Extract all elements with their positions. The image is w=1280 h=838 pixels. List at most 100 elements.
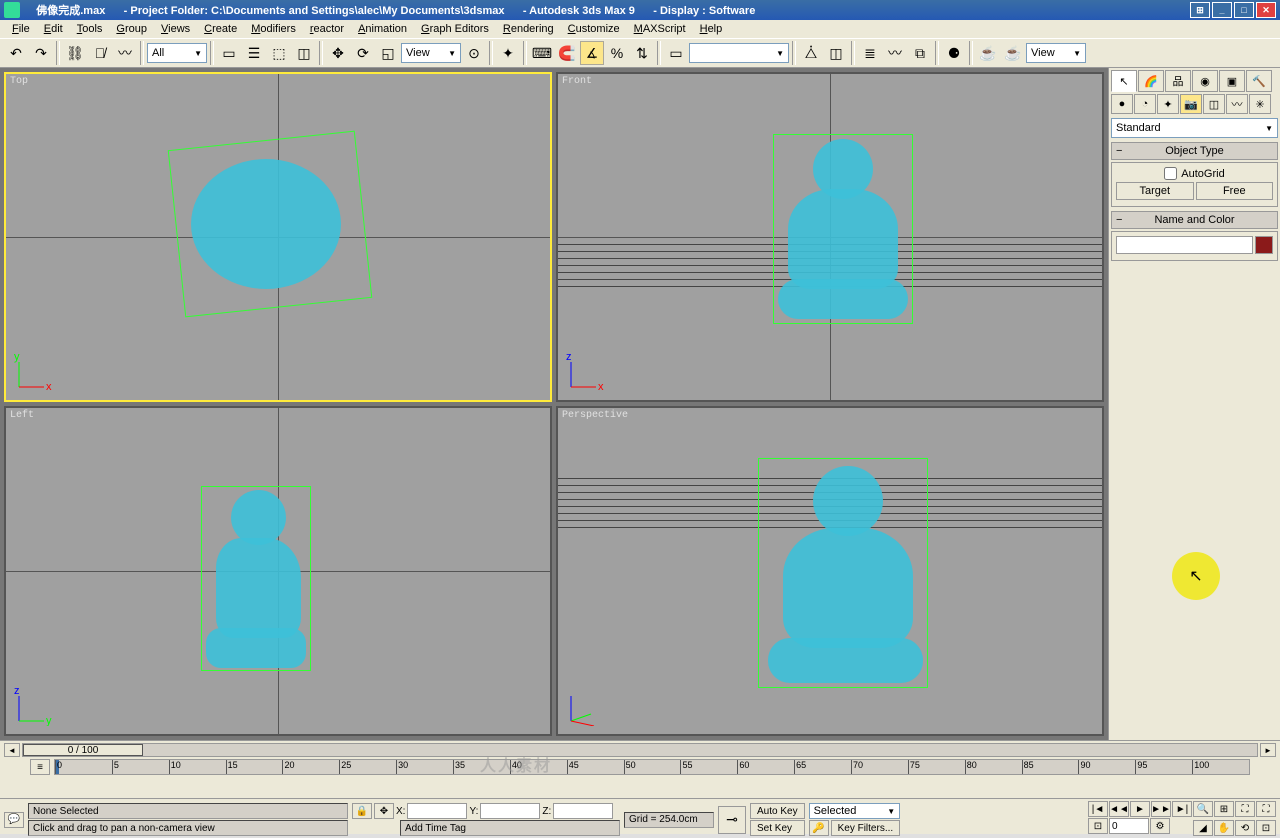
goto-start-button[interactable]: |◄ [1088, 801, 1108, 817]
key-mode-button[interactable]: ⊡ [1088, 818, 1108, 834]
menu-group[interactable]: Group [110, 22, 153, 36]
bind-space-warp-button[interactable]: 〰 [113, 41, 137, 65]
cameras-subtab[interactable]: 📷 [1180, 94, 1202, 114]
object-type-rollout[interactable]: Object Type [1111, 142, 1278, 160]
lights-subtab[interactable]: ✦ [1157, 94, 1179, 114]
key-filters-button[interactable]: Key Filters... [831, 820, 901, 836]
menu-animation[interactable]: Animation [352, 22, 413, 36]
auto-key-button[interactable]: Auto Key [750, 803, 805, 819]
spacewarps-subtab[interactable]: 〰 [1226, 94, 1248, 114]
minimize-button[interactable]: _ [1212, 2, 1232, 18]
helpers-subtab[interactable]: ◫ [1203, 94, 1225, 114]
grid-button[interactable]: ⊞ [1190, 2, 1210, 18]
zoom-button[interactable]: 🔍 [1193, 801, 1213, 817]
timeline-toggle-button[interactable]: ≡ [30, 759, 50, 775]
set-key-button[interactable]: Set Key [750, 820, 805, 836]
select-object-button[interactable]: ▭ [217, 41, 241, 65]
category-dropdown[interactable]: Standard [1111, 118, 1278, 138]
play-button[interactable]: ► [1130, 801, 1150, 817]
y-coord-field[interactable] [480, 803, 540, 819]
use-pivot-button[interactable]: ⊙ [462, 41, 486, 65]
time-slider-handle[interactable]: 0 / 100 [23, 744, 143, 756]
time-config-button[interactable]: ⚙ [1150, 818, 1170, 834]
prev-frame-button[interactable]: ◄◄ [1109, 801, 1129, 817]
menu-rendering[interactable]: Rendering [497, 22, 560, 36]
scale-button[interactable]: ◱ [376, 41, 400, 65]
selection-filter-combo[interactable]: All [147, 43, 207, 63]
align-button[interactable]: ◫ [824, 41, 848, 65]
select-by-name-button[interactable]: ☰ [242, 41, 266, 65]
ref-coord-combo[interactable]: View [401, 43, 461, 63]
move-button[interactable]: ✥ [326, 41, 350, 65]
free-button[interactable]: Free [1196, 182, 1274, 200]
viewport-perspective[interactable]: Perspective [556, 406, 1104, 736]
menu-reactor[interactable]: reactor [304, 22, 350, 36]
unlink-button[interactable]: ⛓̸ [88, 41, 112, 65]
transform-gizmo-button[interactable]: ✥ [374, 803, 394, 819]
time-tag-button[interactable]: ⊸ [718, 806, 746, 834]
link-button[interactable]: ⛓ [63, 41, 87, 65]
menu-tools[interactable]: Tools [71, 22, 109, 36]
rotate-button[interactable]: ⟳ [351, 41, 375, 65]
undo-button[interactable]: ↶ [4, 41, 28, 65]
next-frame-button[interactable]: ►► [1151, 801, 1171, 817]
time-scroll-left[interactable]: ◄ [4, 743, 20, 757]
named-selection-combo[interactable] [689, 43, 789, 63]
redo-button[interactable]: ↷ [29, 41, 53, 65]
menu-create[interactable]: Create [198, 22, 243, 36]
curve-editor-button[interactable]: 〰 [883, 41, 907, 65]
menu-edit[interactable]: Edit [38, 22, 69, 36]
percent-snap-button[interactable]: % [605, 41, 629, 65]
menu-graph-editors[interactable]: Graph Editors [415, 22, 495, 36]
create-tab[interactable]: ↖ [1111, 70, 1137, 92]
fov-button[interactable]: ◢ [1193, 820, 1213, 836]
maximize-button[interactable]: □ [1234, 2, 1254, 18]
render-scene-button[interactable]: ☕ [976, 41, 1000, 65]
time-scroll-right[interactable]: ► [1260, 743, 1276, 757]
render-preset-combo[interactable]: View [1026, 43, 1086, 63]
layer-manager-button[interactable]: ≣ [858, 41, 882, 65]
motion-tab[interactable]: ◉ [1192, 70, 1218, 92]
spinner-snap-button[interactable]: ⇅ [630, 41, 654, 65]
zoom-all-button[interactable]: ⊞ [1214, 801, 1234, 817]
time-ruler[interactable]: 0 5 10 15 20 25 30 35 40 45 50 55 60 65 … [54, 759, 1250, 775]
window-crossing-button[interactable]: ◫ [292, 41, 316, 65]
orbit-button[interactable]: ⟲ [1235, 820, 1255, 836]
x-coord-field[interactable] [407, 803, 467, 819]
pan-button[interactable]: ✋ [1214, 820, 1234, 836]
schematic-view-button[interactable]: ⧉ [908, 41, 932, 65]
z-coord-field[interactable] [553, 803, 613, 819]
object-color-swatch[interactable] [1255, 236, 1273, 254]
menu-views[interactable]: Views [155, 22, 196, 36]
named-selection-button[interactable]: ▭ [664, 41, 688, 65]
menu-customize[interactable]: Customize [562, 22, 626, 36]
close-button[interactable]: ✕ [1256, 2, 1276, 18]
shapes-subtab[interactable]: ◔ [1134, 94, 1156, 114]
keyboard-shortcut-button[interactable]: ⌨ [530, 41, 554, 65]
select-region-button[interactable]: ⬚ [267, 41, 291, 65]
min-max-toggle-button[interactable]: ⊡ [1256, 820, 1276, 836]
mirror-button[interactable]: ⧊ [799, 41, 823, 65]
menu-modifiers[interactable]: Modifiers [245, 22, 302, 36]
modify-tab[interactable]: 🌈 [1138, 70, 1164, 92]
display-tab[interactable]: ▣ [1219, 70, 1245, 92]
time-slider-track[interactable]: 0 / 100 [22, 743, 1258, 757]
current-frame-field[interactable]: 0 [1109, 818, 1149, 834]
viewport-top[interactable]: Top yx [4, 72, 552, 402]
autogrid-checkbox[interactable] [1164, 167, 1177, 180]
manipulate-button[interactable]: ✦ [496, 41, 520, 65]
systems-subtab[interactable]: ✳ [1249, 94, 1271, 114]
material-editor-button[interactable]: ⚈ [942, 41, 966, 65]
angle-snap-button[interactable]: ∡ [580, 41, 604, 65]
menu-file[interactable]: File [6, 22, 36, 36]
viewport-left[interactable]: Left zy [4, 406, 552, 736]
object-name-field[interactable] [1116, 236, 1253, 254]
target-button[interactable]: Target [1116, 182, 1194, 200]
goto-end-button[interactable]: ►| [1172, 801, 1192, 817]
geometry-subtab[interactable]: ● [1111, 94, 1133, 114]
utilities-tab[interactable]: 🔨 [1246, 70, 1272, 92]
hierarchy-tab[interactable]: 品 [1165, 70, 1191, 92]
name-color-rollout[interactable]: Name and Color [1111, 211, 1278, 229]
lock-selection-button[interactable]: 🔒 [352, 803, 372, 819]
maxscript-listener-button[interactable]: 💬 [4, 812, 24, 828]
